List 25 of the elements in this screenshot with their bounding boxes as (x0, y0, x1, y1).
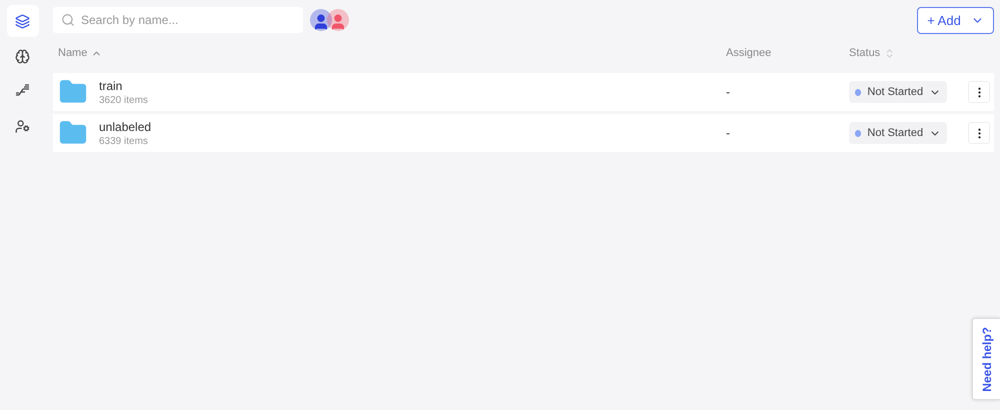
add-button[interactable]: + Add (917, 6, 994, 34)
status-dropdown[interactable]: Not Started (849, 81, 947, 103)
assignee-cell-text: - (726, 85, 731, 99)
table-row[interactable]: train 3620 items - Not Started (53, 73, 994, 111)
folder-name: train (99, 78, 124, 92)
more-button[interactable] (968, 122, 990, 144)
search-icon (61, 13, 75, 27)
help-tab[interactable]: Need help? (972, 318, 1000, 400)
folder-name: unlabeled (99, 120, 152, 134)
more-button[interactable] (968, 81, 990, 103)
assignee-cell-text: - (726, 126, 731, 140)
column-header: Name (58, 47, 88, 59)
column-header: Status (849, 47, 880, 59)
status-dropdown[interactable]: Not Started (849, 122, 947, 144)
avatar[interactable] (310, 9, 332, 31)
table-row[interactable]: unlabeled 6339 items - Not Started (53, 114, 994, 152)
avatar[interactable] (327, 9, 349, 31)
users-gear-icon (15, 118, 30, 134)
sidebar-item[interactable] (6, 5, 38, 37)
item-count: 3620 items (99, 94, 148, 106)
search-field[interactable]: Search by name... (53, 7, 303, 33)
brain-icon (15, 48, 30, 64)
column-header: Assignee (726, 47, 772, 59)
layers-icon (15, 14, 30, 28)
item-count: 6339 items (99, 136, 149, 146)
